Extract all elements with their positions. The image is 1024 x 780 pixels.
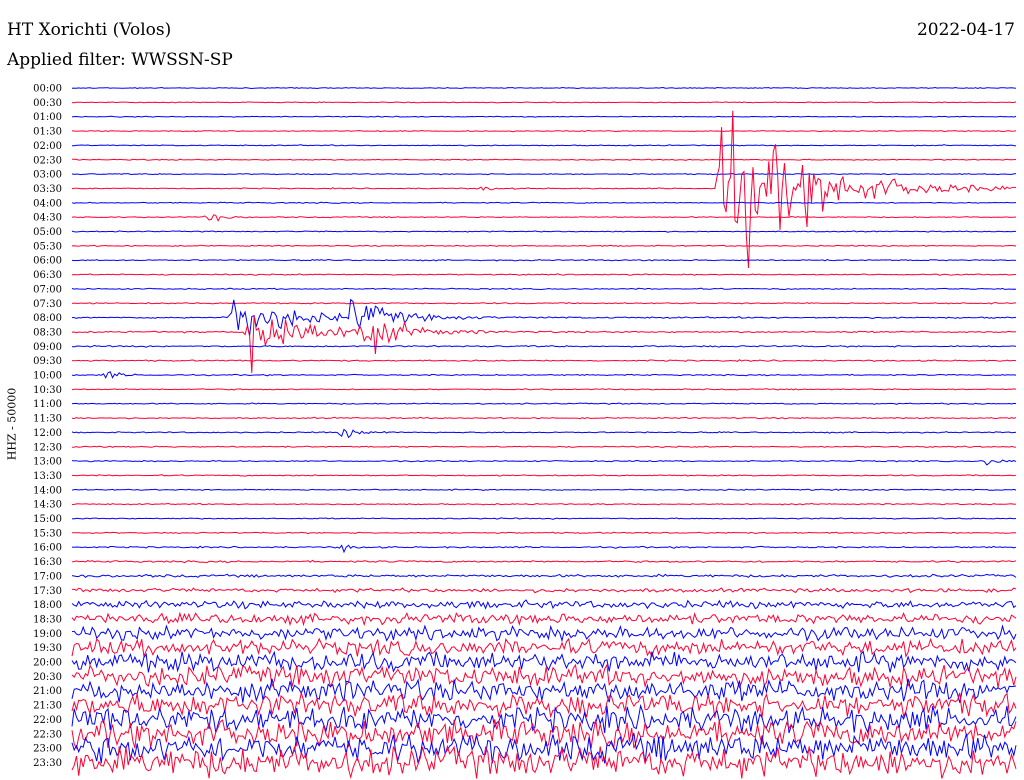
row-time-label: 04:30 (33, 213, 62, 224)
trace-row (71, 559, 1017, 564)
trace-row (71, 502, 1017, 506)
row-time-label: 10:00 (33, 371, 62, 382)
trace-row (71, 445, 1017, 448)
trace-row (71, 517, 1017, 520)
trace-row (71, 315, 1017, 373)
seismic-traces (71, 86, 1017, 780)
row-time-label: 22:30 (33, 729, 62, 740)
row-time-label: 16:00 (33, 543, 62, 554)
row-time-label: 15:00 (33, 514, 62, 525)
row-time-label: 19:30 (33, 643, 62, 654)
trace-row (71, 129, 1017, 133)
trace-row (71, 371, 1017, 379)
row-time-label: 16:30 (33, 557, 62, 568)
row-time-label: 14:30 (33, 500, 62, 511)
row-time-label: 21:30 (33, 701, 62, 712)
row-time-label: 22:00 (33, 715, 62, 726)
trace-row (71, 388, 1017, 391)
trace-row (71, 474, 1017, 477)
row-time-label: 08:30 (33, 327, 62, 338)
trace-row (71, 115, 1017, 118)
trace-row (72, 531, 1017, 535)
trace-row (71, 678, 1017, 703)
trace-row (71, 703, 1017, 734)
trace-row (71, 144, 1017, 147)
trace-row (71, 173, 1017, 176)
trace-row (71, 718, 1017, 750)
trace-row (71, 428, 1017, 439)
row-time-label: 23:30 (33, 758, 62, 769)
trace-row (71, 230, 1016, 233)
trace-row (72, 158, 1017, 161)
row-time-label: 11:30 (33, 414, 62, 425)
trace-row (71, 298, 1017, 336)
trace-row (72, 587, 1017, 594)
trace-row (71, 624, 1017, 643)
row-time-label: 11:00 (33, 399, 62, 410)
trace-row (71, 201, 1017, 205)
row-time-label: 03:30 (33, 184, 62, 195)
row-time-label: 02:30 (33, 155, 62, 166)
trace-row (71, 86, 1017, 90)
trace-row (71, 244, 1017, 247)
trace-row (71, 459, 1017, 466)
row-time-label: 20:30 (33, 672, 62, 683)
trace-row (71, 402, 1017, 405)
row-time-label: 14:00 (33, 485, 62, 496)
row-time-label: 03:00 (33, 170, 62, 181)
row-time-label: 09:00 (33, 342, 62, 353)
row-time-label: 05:00 (33, 227, 62, 238)
row-time-label: 17:00 (33, 571, 62, 582)
row-time-label: 09:30 (33, 356, 62, 367)
trace-row (71, 214, 1017, 222)
row-time-label: 00:30 (33, 98, 62, 109)
row-time-label: 06:30 (33, 270, 62, 281)
row-time-label: 07:30 (33, 299, 62, 310)
trace-row (71, 258, 1017, 262)
row-time-label: 01:00 (33, 112, 62, 123)
row-time-label: 08:00 (33, 313, 62, 324)
trace-row (71, 732, 1017, 764)
row-time-label: 15:30 (33, 528, 62, 539)
trace-row (71, 273, 1017, 276)
row-time-label: 13:30 (33, 471, 62, 482)
trace-row (71, 488, 1017, 492)
trace-row (71, 544, 1017, 554)
row-time-label: 01:30 (33, 127, 62, 138)
trace-row (71, 344, 1017, 348)
trace-row (71, 301, 1017, 305)
row-time-label: 20:00 (33, 658, 62, 669)
row-time-label: 13:00 (33, 457, 62, 468)
trace-row (71, 599, 1017, 610)
trace-row (71, 573, 1017, 579)
trace-row (71, 101, 1017, 104)
trace-row (71, 416, 1017, 420)
trace-row (71, 287, 1017, 291)
row-time-label: 18:00 (33, 600, 62, 611)
row-time-label: 02:00 (33, 141, 62, 152)
row-time-label: 12:30 (33, 442, 62, 453)
row-time-label: 12:00 (33, 428, 62, 439)
row-time-label: 23:00 (33, 744, 62, 755)
trace-row (71, 110, 1017, 269)
helicorder-plot: 00:00 00:30 01:00 01:30 02:00 02:30 03:00 03:30… (33, 84, 1017, 780)
row-time-label: 05:30 (33, 241, 62, 252)
row-time-label: 18:30 (33, 614, 62, 625)
row-time-label: 21:00 (33, 686, 62, 697)
row-tick-labels: 00:00 00:30 01:00 01:30 02:00 02:30 03:00 03:30… (33, 84, 62, 769)
row-time-label: 07:00 (33, 284, 62, 295)
trace-row (71, 359, 1017, 362)
trace-row (71, 611, 1017, 627)
row-time-label: 17:30 (33, 586, 62, 597)
row-time-label: 19:00 (33, 629, 62, 640)
row-time-label: 00:00 (33, 84, 62, 95)
row-time-label: 10:30 (33, 385, 62, 396)
row-time-label: 04:00 (33, 198, 62, 209)
row-time-label: 06:00 (33, 256, 62, 267)
